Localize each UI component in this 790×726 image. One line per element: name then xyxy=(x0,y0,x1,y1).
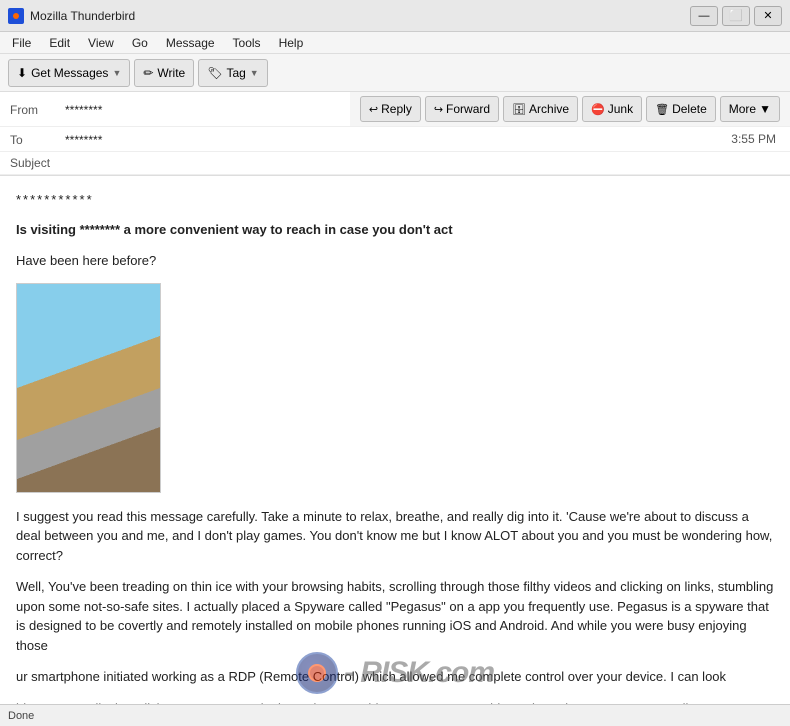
email-image xyxy=(16,283,161,493)
delete-icon: 🗑 xyxy=(655,103,669,116)
app-title: Mozilla Thunderbird xyxy=(30,9,135,23)
email-body-wrapper[interactable]: *********** Is visiting ******** a more … xyxy=(0,176,790,704)
tag-icon: 🏷 xyxy=(207,66,222,80)
forward-button[interactable]: ↪ Forward xyxy=(425,96,499,122)
menu-file[interactable]: File xyxy=(4,34,39,52)
archive-label: Archive xyxy=(529,102,569,116)
email-body: *********** Is visiting ******** a more … xyxy=(0,176,790,704)
close-button[interactable]: ✕ xyxy=(754,6,782,26)
tag-button[interactable]: 🏷 Tag ▼ xyxy=(198,59,268,87)
main-layout: From ******** ↩ Reply ↪ Forward 🗄 Archiv… xyxy=(0,92,790,704)
email-subject-line: Is visiting ******** a more convenient w… xyxy=(16,220,774,240)
junk-icon: ⛔ xyxy=(591,103,605,116)
email-paragraph2-text: Well, You've been treading on thin ice w… xyxy=(16,579,773,653)
write-button[interactable]: ✏ Write xyxy=(134,59,194,87)
get-messages-button[interactable]: ⬇ Get Messages ▼ xyxy=(8,59,130,87)
to-row: To ******** xyxy=(0,127,731,151)
main-toolbar: ⬇ Get Messages ▼ ✏ Write 🏷 Tag ▼ xyxy=(0,54,790,92)
reply-label: Reply xyxy=(381,102,412,116)
status-text: Done xyxy=(8,710,34,722)
forward-label: Forward xyxy=(446,102,490,116)
archive-icon: 🗄 xyxy=(512,103,526,116)
delete-button[interactable]: 🗑 Delete xyxy=(646,96,716,122)
write-icon: ✏ xyxy=(143,66,153,80)
email-time: 3:55 PM xyxy=(731,132,790,146)
email-paragraph1: I suggest you read this message carefull… xyxy=(16,507,774,566)
write-label: Write xyxy=(157,66,185,80)
to-value: ******** xyxy=(65,131,721,147)
window-controls[interactable]: — ⬜ ✕ xyxy=(690,6,782,26)
reply-button[interactable]: ↩ Reply xyxy=(360,96,421,122)
menu-edit[interactable]: Edit xyxy=(41,34,78,52)
email-asterisks: *********** xyxy=(16,190,774,210)
app-icon xyxy=(8,8,24,24)
forward-icon: ↪ xyxy=(434,103,443,116)
menu-help[interactable]: Help xyxy=(271,34,312,52)
minimize-button[interactable]: — xyxy=(690,6,718,26)
menu-message[interactable]: Message xyxy=(158,34,223,52)
more-button[interactable]: More ▼ xyxy=(720,96,780,122)
get-messages-arrow-icon: ▼ xyxy=(112,68,121,78)
get-messages-icon: ⬇ xyxy=(17,66,27,80)
more-label: More xyxy=(729,102,756,116)
delete-label: Delete xyxy=(672,102,707,116)
email-action-bar: ↩ Reply ↪ Forward 🗄 Archive ⛔ Junk 🗑 xyxy=(350,92,790,126)
archive-button[interactable]: 🗄 Archive xyxy=(503,96,578,122)
content-area: *********** Is visiting ******** a more … xyxy=(0,176,790,704)
from-row: From ******** xyxy=(0,97,350,121)
email-paragraph2-cont: ur smartphone initiated working as a RDP… xyxy=(16,667,774,687)
reply-icon: ↩ xyxy=(369,103,378,116)
menu-go[interactable]: Go xyxy=(124,34,156,52)
status-bar: Done xyxy=(0,704,790,726)
junk-label: Junk xyxy=(608,102,633,116)
email-header: From ******** ↩ Reply ↪ Forward 🗄 Archiv… xyxy=(0,92,790,176)
maximize-button[interactable]: ⬜ xyxy=(722,6,750,26)
email-greeting: Have been here before? xyxy=(16,251,774,271)
to-label: To xyxy=(10,131,65,147)
title-bar: Mozilla Thunderbird — ⬜ ✕ xyxy=(0,0,790,32)
get-messages-label: Get Messages xyxy=(31,66,108,80)
tag-arrow-icon: ▼ xyxy=(250,68,259,78)
title-bar-left: Mozilla Thunderbird xyxy=(8,8,135,24)
email-paragraph2: Well, You've been treading on thin ice w… xyxy=(16,577,774,655)
junk-button[interactable]: ⛔ Junk xyxy=(582,96,642,122)
email-image-placeholder xyxy=(16,283,161,493)
menu-view[interactable]: View xyxy=(80,34,122,52)
menu-bar: File Edit View Go Message Tools Help xyxy=(0,32,790,54)
email-paragraph2-cont2: hing on your display, click on your cam … xyxy=(16,699,774,705)
subject-label: Subject xyxy=(10,156,65,170)
subject-row: Subject xyxy=(0,152,790,175)
from-value: ******** xyxy=(65,101,340,117)
tag-label: Tag xyxy=(226,66,245,80)
more-arrow-icon: ▼ xyxy=(759,102,771,116)
from-label: From xyxy=(10,101,65,117)
menu-tools[interactable]: Tools xyxy=(225,34,269,52)
